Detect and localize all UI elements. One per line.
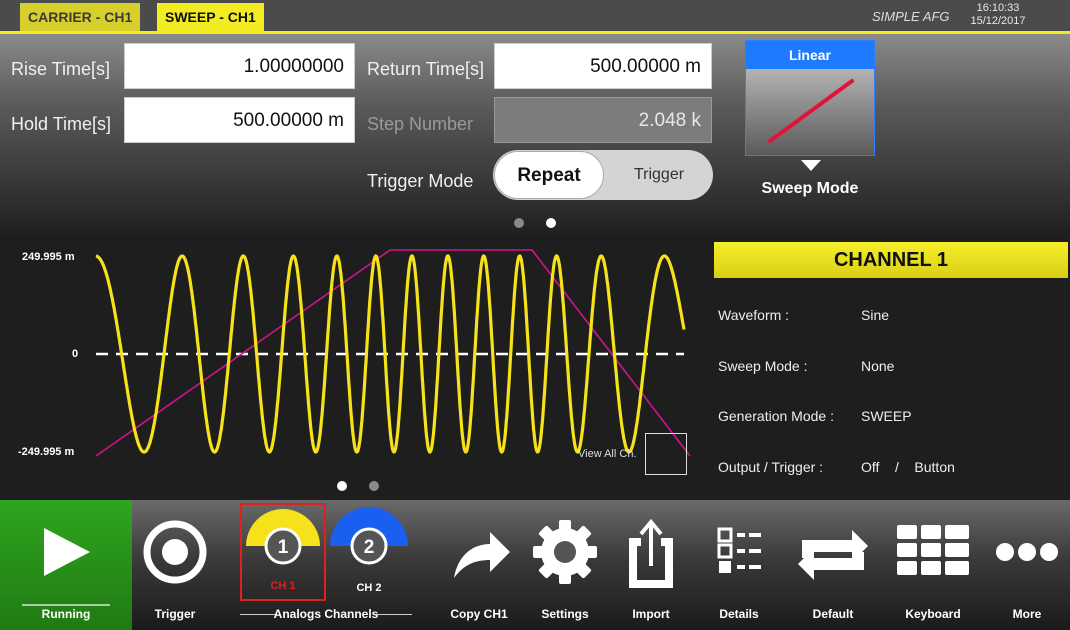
trigger-option-trigger[interactable]: Trigger	[605, 150, 713, 200]
more-label: More	[1012, 607, 1042, 621]
keyboard-button[interactable]: Keyboard	[890, 500, 976, 630]
param-page-dot-2[interactable]	[546, 218, 556, 228]
running-label: Running	[41, 607, 91, 621]
step-number-field: 2.048 k	[494, 97, 712, 143]
settings-button[interactable]: Settings	[522, 500, 608, 630]
sweep-mode-type: Linear	[746, 41, 874, 69]
default-button[interactable]: Default	[790, 500, 876, 630]
sweep-parameters-panel: Rise Time[s] 1.00000000 Hold Time[s] 500…	[0, 34, 1070, 238]
step-number-label: Step Number	[367, 114, 474, 134]
tab-sweep-ch1[interactable]: SWEEP - CH1	[157, 3, 264, 31]
y-zero-label: 0	[72, 348, 79, 360]
ch2-label: CH 2	[356, 582, 382, 594]
gear-icon	[533, 520, 597, 584]
play-icon	[44, 528, 90, 576]
more-dots-icon	[996, 543, 1058, 561]
view-all-channels-button[interactable]	[645, 433, 687, 475]
y-min-label: -249.995 m	[18, 446, 75, 458]
copy-ch1-button[interactable]: Copy CH1	[436, 500, 522, 630]
view-all-channels-label: View All Ch.	[578, 448, 637, 460]
output-trigger-info-value: Off / Button	[861, 459, 955, 475]
waveform-plot	[95, 249, 691, 457]
output-trigger-info-label: Output / Trigger :	[718, 459, 824, 475]
running-button[interactable]: Running	[0, 500, 132, 630]
hold-time-label: Hold Time[s]	[11, 114, 112, 134]
hold-time-field[interactable]: 500.00000 m	[124, 97, 355, 143]
clock-time: 16:10:33	[976, 2, 1020, 14]
copy-ch1-label: Copy CH1	[450, 607, 508, 621]
linear-ramp-icon	[768, 79, 854, 143]
y-max-label: 249.995 m	[22, 251, 75, 263]
details-label: Details	[719, 607, 759, 621]
afg-app: CARRIER - CH1 SWEEP - CH1 SIMPLE AFG 16:…	[0, 0, 1070, 630]
generation-mode-info-value: SWEEP	[861, 408, 912, 424]
upload-icon	[629, 518, 673, 588]
ch1-selected-frame	[240, 503, 326, 601]
more-button[interactable]: More	[984, 500, 1070, 630]
trigger-option-repeat[interactable]: Repeat	[494, 151, 604, 199]
brand-label: SIMPLE AFG	[872, 9, 950, 24]
import-button[interactable]: Import	[608, 500, 694, 630]
rise-time-label: Rise Time[s]	[11, 59, 111, 79]
settings-label: Settings	[541, 607, 589, 621]
tab-bar: CARRIER - CH1 SWEEP - CH1 SIMPLE AFG 16:…	[0, 0, 1070, 34]
return-time-label: Return Time[s]	[367, 59, 485, 79]
clock-date: 15/12/2017	[970, 15, 1026, 27]
sweep-mode-label: Sweep Mode	[761, 180, 859, 197]
tab-carrier-ch1[interactable]: CARRIER - CH1	[20, 3, 141, 31]
channel-title: CHANNEL 1	[714, 242, 1068, 278]
trigger-label: Trigger	[154, 607, 196, 621]
keyboard-label: Keyboard	[905, 607, 961, 621]
channel-info-panel: CHANNEL 1 Waveform : Sine Sweep Mode : N…	[712, 238, 1070, 500]
waveform-display: 249.995 m 0 -249.995 m View All Ch.	[0, 238, 712, 500]
waveform-info-label: Waveform :	[718, 307, 790, 323]
running-underline	[22, 604, 110, 606]
wave-page-dot-2[interactable]	[369, 481, 379, 491]
rise-time-field[interactable]: 1.00000000	[124, 43, 355, 89]
trigger-button[interactable]: Trigger	[132, 500, 218, 630]
repeat-arrows-icon	[798, 530, 868, 580]
sweep-mode-info-label: Sweep Mode :	[718, 358, 808, 374]
import-label: Import	[632, 607, 670, 621]
sweep-mode-selector[interactable]: Linear	[745, 40, 875, 156]
param-page-dot-1[interactable]	[514, 218, 524, 228]
clock: 16:10:33 15/12/2017	[962, 2, 1034, 28]
details-button[interactable]: Details	[696, 500, 782, 630]
bottom-toolbar: Running Trigger 1 CH 1 2 CH 2 Analogs Ch…	[0, 500, 1070, 630]
waveform-info-value: Sine	[861, 307, 890, 323]
triangle-down-icon[interactable]	[801, 160, 821, 171]
wave-page-dot-1[interactable]	[337, 481, 347, 491]
details-list-icon	[717, 527, 761, 573]
trigger-mode-label: Trigger Mode	[367, 171, 474, 191]
trigger-mode-toggle[interactable]: Repeat Trigger	[493, 150, 713, 200]
ch2-number: 2	[364, 537, 375, 558]
return-time-field[interactable]: 500.00000 m	[494, 43, 712, 89]
keypad-icon	[897, 525, 969, 575]
generation-mode-info-label: Generation Mode :	[718, 408, 834, 424]
share-arrow-icon	[454, 532, 510, 578]
ch2-channel-icon: 2	[330, 507, 408, 565]
sweep-mode-info-value: None	[861, 358, 895, 374]
caption-line-right	[376, 614, 412, 615]
record-target-icon	[143, 520, 207, 584]
default-label: Default	[812, 607, 854, 621]
